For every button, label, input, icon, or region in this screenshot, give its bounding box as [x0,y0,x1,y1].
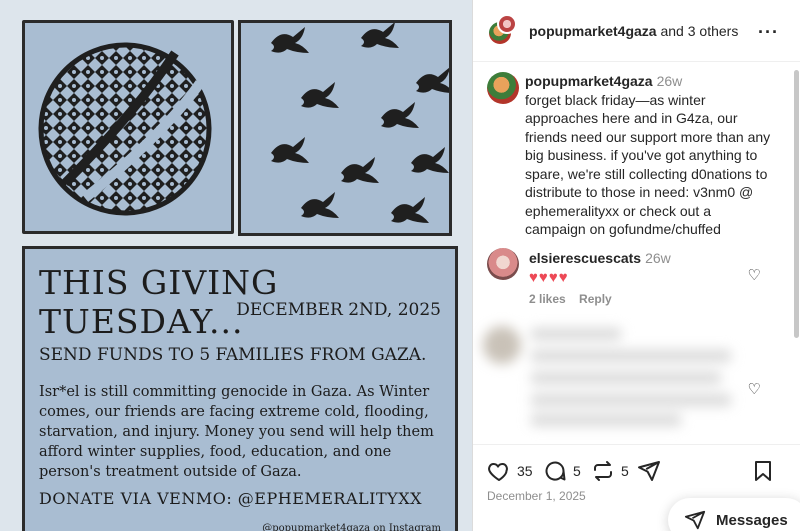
reposts-count[interactable]: 5 [621,463,629,479]
like-comment-icon[interactable]: ♡ [748,266,761,284]
comment-likes[interactable]: 2 likes [529,292,566,306]
giving-tuesday-poster: THIS GIVING TUESDAY... DECEMBER 2ND, 202… [22,246,458,531]
comment-username[interactable]: elsierescuescats [529,250,641,266]
heart-icon [488,463,508,481]
comment-button[interactable]: 5 [543,459,581,483]
dove-shape [416,67,454,93]
keffiyeh-illustration [22,20,234,234]
dove-shape [271,137,309,163]
repost-button[interactable]: 5 [591,459,629,483]
like-button[interactable]: 35 [487,459,533,483]
dove-shape [301,82,339,108]
poster-date: DECEMBER 2ND, 2025 [236,300,441,320]
comment-icon [545,461,566,481]
avatar[interactable] [487,248,519,280]
repost-icon [594,461,612,481]
dove-shape [341,157,379,183]
post-sidebar: popupmarket4gaza and 3 others ··· popupm… [472,0,800,531]
header-username[interactable]: popupmarket4gaza [529,23,657,39]
blurred-comment [481,320,741,430]
save-button[interactable] [751,459,775,483]
send-icon [684,510,706,530]
avatar[interactable] [497,14,517,34]
dove-shape [411,147,449,173]
header-others[interactable]: and 3 others [657,23,738,39]
dove-shape [301,192,339,218]
comment-time[interactable]: 26w [645,250,671,266]
comment-meta: 2 likes Reply [529,292,622,306]
scrollbar[interactable] [794,70,799,338]
poster-subtitle: SEND FUNDS TO 5 FAMILIES FROM GAZA. [39,345,427,365]
comment: elsierescuescats 26w ♥♥♥♥ [529,249,671,287]
caption-text: forget black friday—as winter approaches… [525,91,771,238]
send-icon [638,461,660,481]
post-header: popupmarket4gaza and 3 others ··· [473,0,800,62]
dove-shape [271,27,309,53]
comments-count[interactable]: 5 [573,463,581,479]
post-image[interactable]: THIS GIVING TUESDAY... DECEMBER 2ND, 202… [0,0,472,531]
comment-text: ♥♥♥♥ [529,269,569,286]
post-date[interactable]: December 1, 2025 [487,489,586,503]
dove-shape [381,102,419,128]
dove-shape [361,22,399,48]
caption-time[interactable]: 26w [657,73,683,89]
like-comment-icon[interactable]: ♡ [748,380,761,398]
caption-username[interactable]: popupmarket4gaza [525,73,653,89]
header-title: popupmarket4gaza and 3 others [529,23,738,39]
messages-button[interactable]: Messages [668,498,800,531]
doves-illustration [238,20,454,236]
messages-label: Messages [716,511,788,529]
share-button[interactable] [637,459,661,483]
poster-donate: DONATE VIA VENMO: @EPHEMERALITYXX [39,489,422,508]
bookmark-icon [755,461,771,481]
avatar[interactable] [487,72,519,104]
poster-body: Isr*el is still committing genocide in G… [39,384,434,480]
more-options-icon[interactable]: ··· [758,22,779,43]
reply-button[interactable]: Reply [579,292,612,306]
poster-footer: @popupmarket4gaza on Instagram [262,523,441,531]
comments-scroll-area[interactable]: popupmarket4gaza 26w forget black friday—… [473,62,800,444]
post-caption: popupmarket4gaza 26w forget black friday—… [525,72,775,239]
likes-count[interactable]: 35 [517,463,533,479]
dove-shape [391,197,429,223]
